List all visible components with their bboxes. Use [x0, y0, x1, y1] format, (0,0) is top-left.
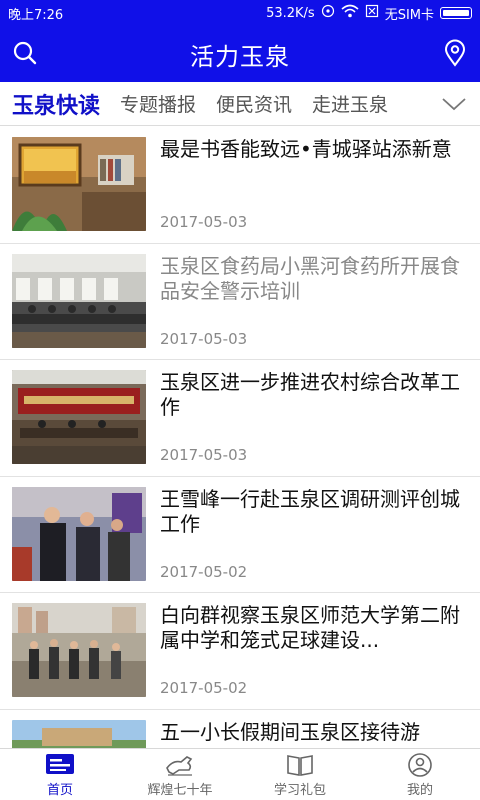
nav-label: 学习礼包 — [273, 782, 326, 798]
article-date: 2017-05-03 — [160, 213, 248, 231]
article-date: 2017-05-03 — [160, 446, 248, 464]
article-thumbnail — [12, 719, 146, 748]
status-bar: 晚上7:26 53.2K/s 无SIM卡 — [0, 0, 480, 26]
tab-explore-yuquan[interactable]: 走进玉泉 — [302, 90, 398, 117]
article-title: 王雪峰一行赴玉泉区调研测评创城工作 — [160, 486, 460, 536]
article-thumbnail — [12, 370, 146, 464]
status-time: 晚上7:26 — [8, 7, 64, 23]
nav-mine[interactable]: 我的 — [360, 749, 480, 800]
article-title: 玉泉区食药局小黑河食药所开展食品安全警示培训 — [160, 253, 460, 303]
article-content: 玉泉区进一步推进农村综合改革工作 2017-05-03 — [160, 370, 468, 464]
app-header: 活力玉泉 — [0, 26, 480, 82]
list-item[interactable]: 最是书香能致远•青城驿站添新意 2017-05-03 — [0, 127, 480, 244]
article-content: 白向群视察玉泉区师范大学第二附属中学和笼式足球建设... 2017-05-02 — [160, 603, 468, 697]
article-date: 2017-05-02 — [160, 679, 248, 697]
battery-icon — [440, 7, 472, 19]
tab-public-info[interactable]: 便民资讯 — [206, 90, 302, 117]
nav-home[interactable]: 首页 — [0, 749, 120, 800]
list-item[interactable]: 玉泉区进一步推进农村综合改革工作 2017-05-03 — [0, 360, 480, 477]
category-tabs: 玉泉快读 专题播报 便民资讯 走进玉泉 — [0, 82, 480, 126]
nav-study-pack[interactable]: 学习礼包 — [240, 749, 360, 800]
profile-icon — [408, 752, 432, 777]
article-content: 最是书香能致远•青城驿站添新意 2017-05-03 — [160, 137, 452, 231]
wifi-icon — [341, 4, 359, 22]
article-list: 最是书香能致远•青城驿站添新意 2017-05-03 玉泉区食药局小黑河食药所开… — [0, 127, 480, 748]
article-date: 2017-05-02 — [160, 562, 248, 581]
tab-yuquan-quick-read[interactable]: 玉泉快读 — [0, 88, 110, 120]
article-title: 五一小长假期间玉泉区接待游 — [160, 719, 420, 744]
list-item[interactable]: 五一小长假期间玉泉区接待游 — [0, 710, 480, 749]
article-thumbnail — [12, 137, 146, 231]
article-title: 白向群视察玉泉区师范大学第二附属中学和笼式足球建设... — [160, 603, 460, 652]
article-title: 最是书香能致远•青城驿站添新意 — [160, 137, 452, 161]
status-indicators: 53.2K/s 无SIM卡 — [266, 4, 472, 23]
article-thumbnail — [12, 253, 146, 348]
chevron-down-icon[interactable] — [440, 92, 468, 114]
tab-strip: 玉泉快读 专题播报 便民资讯 走进玉泉 — [0, 88, 440, 120]
list-item[interactable]: 玉泉区食药局小黑河食药所开展食品安全警示培训 2017-05-03 — [0, 244, 480, 360]
no-sim-icon — [365, 4, 379, 22]
list-item[interactable]: 王雪峰一行赴玉泉区调研测评创城工作 2017-05-02 — [0, 477, 480, 593]
article-title: 玉泉区进一步推进农村综合改革工作 — [160, 370, 460, 419]
nav-label: 首页 — [46, 782, 73, 798]
nav-label: 我的 — [406, 782, 433, 798]
horse-icon — [166, 755, 193, 776]
bottom-navigation: 首页 辉煌七十年 学习礼包 我的 — [0, 748, 480, 800]
nav-glorious-seventy-years[interactable]: 辉煌七十年 — [120, 749, 240, 800]
search-icon[interactable] — [10, 38, 40, 68]
article-content: 玉泉区食药局小黑河食药所开展食品安全警示培训 2017-05-03 — [160, 254, 468, 348]
nav-label: 辉煌七十年 — [147, 782, 213, 798]
article-thumbnail — [12, 486, 146, 581]
article-date: 2017-05-03 — [160, 329, 248, 348]
tab-fade — [420, 82, 440, 125]
article-content: 五一小长假期间玉泉区接待游 — [160, 720, 420, 749]
article-content: 王雪峰一行赴玉泉区调研测评创城工作 2017-05-02 — [160, 487, 468, 581]
tab-special-report[interactable]: 专题播报 — [110, 90, 206, 117]
network-speed: 53.2K/s — [266, 5, 315, 21]
location-pin-icon[interactable] — [440, 38, 470, 68]
page-title: 活力玉泉 — [190, 42, 290, 71]
article-thumbnail — [12, 603, 146, 697]
hotspot-icon — [321, 4, 335, 22]
sim-status: 无SIM卡 — [384, 7, 434, 23]
book-icon — [287, 754, 313, 776]
list-item[interactable]: 白向群视察玉泉区师范大学第二附属中学和笼式足球建设... 2017-05-02 — [0, 593, 480, 710]
home-news-icon — [46, 753, 74, 774]
